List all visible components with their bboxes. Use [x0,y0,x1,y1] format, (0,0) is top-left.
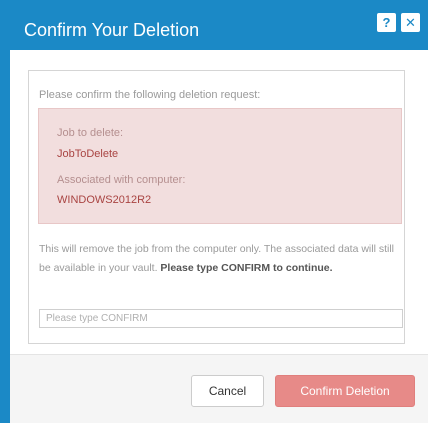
intro-text: Please confirm the following deletion re… [39,89,261,101]
cancel-button[interactable]: Cancel [191,375,264,407]
deletion-panel: Please confirm the following deletion re… [28,70,405,344]
description-bold: Please type CONFIRM to continue. [160,262,333,274]
close-icon[interactable]: ✕ [401,13,420,32]
dialog-footer: Cancel Confirm Deletion [10,354,428,423]
help-icon[interactable]: ? [377,13,396,32]
dialog-title: Confirm Your Deletion [24,20,200,40]
computer-value: WINDOWS2012R2 [57,194,152,206]
computer-label: Associated with computer: [57,174,186,186]
confirm-deletion-button[interactable]: Confirm Deletion [275,375,415,407]
dialog-body: Please confirm the following deletion re… [10,50,428,354]
description-text: This will remove the job from the comput… [39,240,399,278]
confirm-deletion-dialog: Confirm Your Deletion ? ✕ Please confirm… [0,0,428,423]
job-label: Job to delete: [57,127,124,139]
dialog-titlebar: Confirm Your Deletion ? ✕ [0,0,428,50]
deletion-details-alert: Job to delete: JobToDelete Associated wi… [38,108,402,224]
confirm-input[interactable] [39,309,403,328]
job-value: JobToDelete [57,148,119,160]
